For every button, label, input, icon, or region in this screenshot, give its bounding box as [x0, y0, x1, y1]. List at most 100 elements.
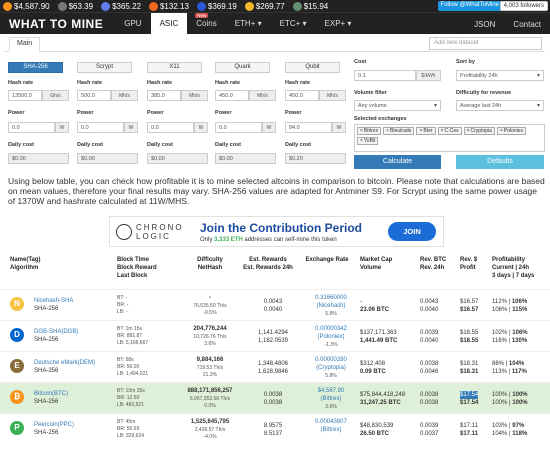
nav-coins[interactable]: Coins New [187, 12, 225, 35]
power-input[interactable]: 0.0 [8, 122, 55, 133]
volume-filter-select[interactable]: Any volume [354, 100, 441, 111]
table-row[interactable]: P Peercoin(PPC) SHA-256 BT: 45m BR: 50.59 LB:… [0, 413, 550, 444]
cost-input[interactable]: 0.1 [354, 70, 416, 81]
exchange-chip[interactable]: ×Bleutrade [383, 127, 415, 135]
algo-toggle-scrypt[interactable]: Scrypt [77, 62, 132, 73]
exchange-chip[interactable]: ×YoBit [357, 137, 379, 145]
power-label: Power [215, 110, 232, 116]
ticker-price: $132.13 [159, 1, 189, 11]
exchange-rate[interactable]: 0.00043807 [296, 418, 366, 426]
profit-3d: 116% [492, 338, 507, 344]
header-rewards[interactable]: Est. Rewards Est. Rewards 24h [238, 256, 298, 272]
coin-name-link[interactable]: DGB-SHA(DGB) [34, 328, 78, 336]
exchanges-label: Selected exchanges [354, 116, 407, 122]
join-button[interactable]: JOIN [388, 222, 436, 241]
exchange-source[interactable]: (Nicehash) [296, 302, 366, 310]
add-dataset-input[interactable]: Add new dataset [429, 37, 542, 50]
power-input[interactable]: 0.0 [215, 122, 262, 133]
sort-select[interactable]: Profitability 24h [456, 70, 544, 81]
power-input[interactable]: 0.0 [77, 122, 124, 133]
market-cap: $137,171,363 [360, 330, 397, 336]
header-revusd[interactable]: Rev. $ Profit [460, 256, 477, 272]
block-lb-prefix: LB: [117, 309, 126, 315]
nav-asic[interactable]: ASIC [150, 12, 188, 35]
power-label: Power [285, 110, 302, 116]
hashrate-input[interactable]: 450.0 [285, 90, 319, 101]
rev-usd: $18.55 [460, 330, 479, 336]
chip-remove-icon[interactable]: × [360, 128, 363, 134]
coin-name-link[interactable]: Nicehash-SHA [34, 297, 73, 305]
chip-remove-icon[interactable]: × [419, 128, 422, 134]
exchange-chip[interactable]: ×Bter [416, 127, 436, 135]
algo-toggle-qubit[interactable]: Qubit [285, 62, 340, 73]
header-block[interactable]: Block Time Block Reward Last Block [117, 256, 157, 280]
exchange-source[interactable]: (Poloniex) [296, 333, 366, 341]
coin-name-link[interactable]: Deutsche eMark(DEM) [34, 359, 95, 367]
header-name[interactable]: Name(Tag) Algorithm [10, 256, 41, 272]
twitter-follow-button[interactable]: Follow @WhatToMine [437, 1, 502, 11]
nav-eth[interactable]: ETH+ ▾ [226, 13, 271, 35]
nav-label: ETH+ ▾ [234, 19, 262, 28]
exchange-chip[interactable]: ×Poloniex [496, 127, 527, 135]
exchange-chip[interactable]: ×C-Cex [437, 127, 462, 135]
exchange-source[interactable]: (Bittrex) [296, 426, 366, 434]
ticker-price: $369.19 [207, 1, 237, 11]
chip-remove-icon[interactable]: × [500, 128, 503, 134]
power-unit: W [332, 122, 346, 133]
nav-json[interactable]: JSON [465, 13, 504, 35]
chip-remove-icon[interactable]: × [360, 138, 363, 144]
hashrate-input[interactable]: 13500.0 [8, 90, 42, 101]
chip-remove-icon[interactable]: × [441, 128, 444, 134]
profitability-3d-7d: 100% | 100% [492, 399, 528, 407]
nav-gpu[interactable]: GPU [115, 13, 150, 35]
exchange-rate[interactable]: 0.00000342 [296, 325, 366, 333]
hashrate-input[interactable]: 385.0 [147, 90, 181, 101]
coin-name-link[interactable]: Bitcoin(BTC) [34, 390, 68, 398]
daily-cost-output: $0.00 [147, 153, 208, 164]
exchange-source[interactable]: (Bittrex) [296, 395, 366, 403]
brand-logo[interactable]: WHAT TO MINE [9, 17, 103, 31]
defaults-button[interactable]: Defaults [456, 155, 544, 169]
nav-etc[interactable]: ETC+ ▾ [271, 13, 316, 35]
header-market[interactable]: Market Cap Volume [360, 256, 392, 272]
table-row[interactable]: E Deutsche eMark(DEM) SHA-256 BT: 58s BR: 50… [0, 351, 550, 382]
algo-toggle-x11[interactable]: X11 [147, 62, 202, 73]
exchange-source[interactable]: (Cryptopia) [296, 364, 366, 372]
table-row[interactable]: D DGB-SHA(DGB) SHA-256 BT: 1m 15s BR: 881.87… [0, 320, 550, 351]
chip-remove-icon[interactable]: × [386, 128, 389, 134]
header-difficulty[interactable]: Difficulty NetHash [180, 256, 240, 272]
exchange-rate[interactable]: 0.31660000 [296, 294, 366, 302]
chip-remove-icon[interactable]: × [467, 128, 470, 134]
ad-banner[interactable]: CHRONO LOGIC Join the Contribution Perio… [109, 216, 444, 247]
chip-label: Bleutrade [390, 128, 412, 134]
exchanges-multiselect[interactable]: ×Bittrex ×Bleutrade ×Bter ×C-Cex ×Cryptopia ×… [354, 124, 545, 152]
header-exchange[interactable]: Exchange Rate [297, 256, 357, 264]
ticker-item: $365.22 [101, 1, 141, 11]
exchange-rate[interactable]: 0.00000280 [296, 356, 366, 364]
calculate-button[interactable]: Calculate [354, 155, 441, 169]
exchange-chip[interactable]: ×Bittrex [357, 127, 382, 135]
table-row[interactable]: ₿ Bitcoin(BTC) SHA-256 BT: 10m 35s BR: 12.50… [0, 382, 550, 413]
difficulty-select[interactable]: Average last 24h [456, 100, 544, 111]
algo-toggle-sha-256[interactable]: SHA-256 [8, 62, 63, 73]
algo-toggle-quark[interactable]: Quark [215, 62, 270, 73]
header-revbtc[interactable]: Rev. BTC Rev. 24h [420, 256, 446, 272]
power-input[interactable]: 84.0 [285, 122, 332, 133]
tab-main[interactable]: Main [9, 37, 41, 52]
header-profit[interactable]: Profitability Current | 24h 3 days | 7 d… [492, 256, 534, 280]
coin-algorithm: SHA-256 [34, 399, 59, 405]
exchange-rate[interactable]: $4,587.90 [296, 387, 366, 395]
power-input[interactable]: 0.0 [147, 122, 194, 133]
hashrate-input[interactable]: 450.0 [215, 90, 249, 101]
banner-title: Join the Contribution Period [200, 220, 362, 235]
nav-exp[interactable]: EXP+ ▾ [316, 13, 361, 35]
volume-filter-label: Volume filter [354, 90, 387, 96]
nav-contact[interactable]: Contact [504, 13, 550, 35]
hashrate-input[interactable]: 500.0 [77, 90, 111, 101]
hashrate-label: Hash rate [215, 80, 241, 86]
table-row[interactable]: N Nicehash-SHA SHA-256 BT: - BR: - LB: - -76,5… [0, 289, 550, 320]
power-label: Power [8, 110, 25, 116]
bitcoin-icon [3, 1, 12, 11]
coin-name-link[interactable]: Peercoin(PPC) [34, 421, 74, 429]
exchange-chip[interactable]: ×Cryptopia [463, 127, 495, 135]
